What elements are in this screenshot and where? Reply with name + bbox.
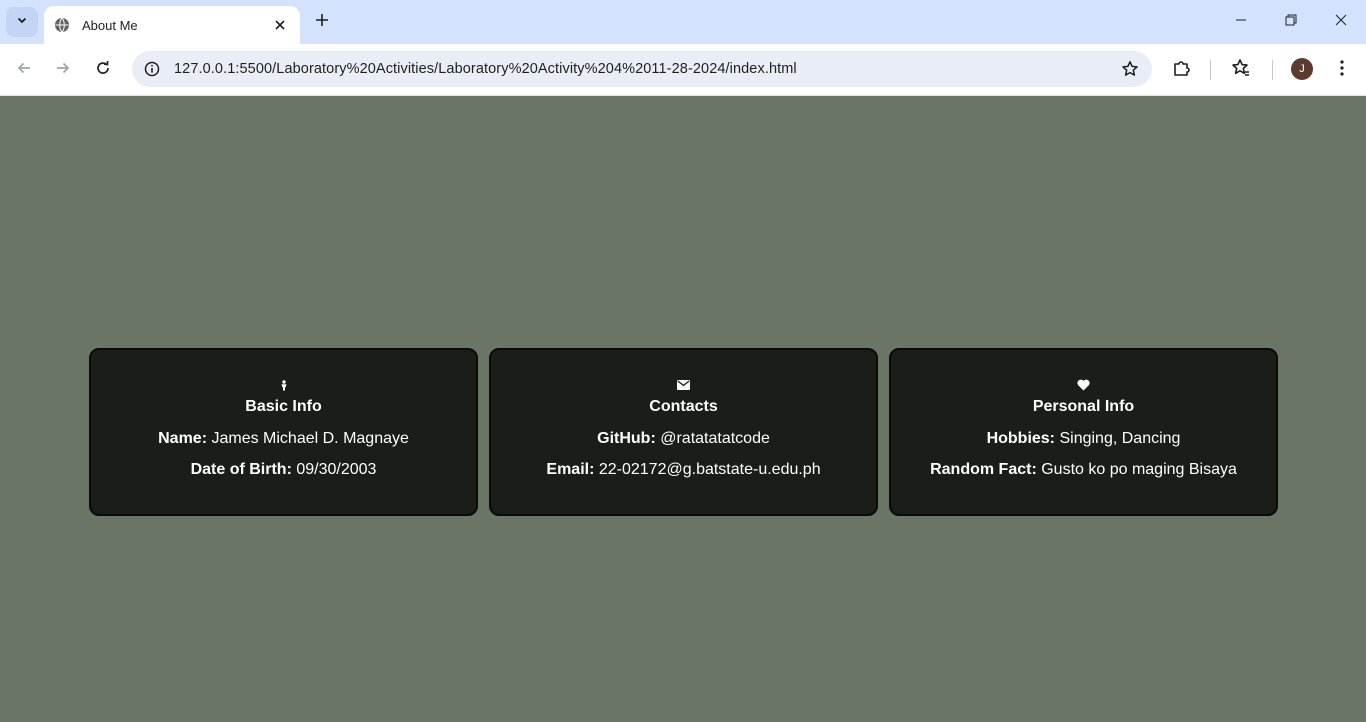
star-list-icon — [1231, 58, 1251, 83]
toolbar-divider — [1210, 60, 1211, 80]
toolbar-divider — [1272, 60, 1273, 80]
card-row-name: Name: James Michael D. Magnaye — [91, 430, 476, 448]
tab-search-button[interactable] — [6, 7, 38, 37]
plus-icon — [315, 13, 329, 32]
row-value: James Michael D. Magnaye — [211, 430, 409, 447]
bookmark-star-icon[interactable] — [1118, 57, 1142, 81]
card-contacts: Contacts GitHub: @ratatatatcode Email: 2… — [489, 348, 878, 516]
site-info-icon[interactable] — [142, 59, 162, 79]
close-window-button[interactable] — [1316, 0, 1366, 44]
restore-button[interactable] — [1266, 0, 1316, 44]
row-label: Date of Birth: — [190, 461, 292, 478]
row-value: Gusto ko po maging Bisaya — [1041, 461, 1237, 478]
bookmarks-button[interactable] — [1225, 54, 1257, 86]
card-row-hobbies: Hobbies: Singing, Dancing — [891, 430, 1276, 448]
card-row-birthdate: Date of Birth: 09/30/2003 — [91, 461, 476, 479]
tab-title: About Me — [82, 17, 138, 33]
row-value: 22-02172@g.batstate-u.edu.ph — [598, 461, 821, 478]
card-personal-info: Personal Info Hobbies: Singing, Dancing … — [889, 348, 1278, 516]
row-value: @ratatatatcode — [660, 430, 770, 447]
back-button[interactable] — [8, 54, 40, 86]
row-label: Random Fact: — [930, 461, 1037, 478]
card-title: Personal Info — [1032, 398, 1135, 415]
close-tab-icon[interactable] — [270, 15, 290, 35]
tab-strip: About Me — [0, 0, 1366, 44]
profile-avatar[interactable]: J — [1291, 58, 1313, 80]
address-bar[interactable]: 127.0.0.1:5500/Laboratory%20Activities/L… — [132, 51, 1152, 87]
page-content: Basic Info Name: James Michael D. Magnay… — [0, 96, 1366, 722]
minimize-button[interactable] — [1216, 0, 1266, 44]
arrow-right-icon — [55, 60, 71, 81]
card-row-github: GitHub: @ratatatatcode — [491, 430, 876, 448]
tab-about-me[interactable]: About Me — [44, 6, 300, 44]
card-title: Contacts — [649, 398, 718, 415]
envelope-icon — [491, 378, 876, 392]
reload-icon — [95, 60, 111, 81]
url-text[interactable]: 127.0.0.1:5500/Laboratory%20Activities/L… — [174, 61, 1118, 77]
more-vertical-icon — [1340, 59, 1344, 81]
arrow-left-icon — [16, 60, 32, 81]
minimize-icon — [1235, 13, 1247, 31]
row-value: Singing, Dancing — [1059, 430, 1181, 447]
puzzle-icon — [1172, 58, 1192, 83]
reload-button[interactable] — [87, 54, 119, 86]
heart-icon — [891, 378, 1276, 392]
row-label: Hobbies: — [986, 430, 1056, 447]
row-value: 09/30/2003 — [296, 461, 377, 478]
card-row-random-fact: Random Fact: Gusto ko po maging Bisaya — [891, 461, 1276, 479]
card-basic-info: Basic Info Name: James Michael D. Magnay… — [89, 348, 478, 516]
card-title: Basic Info — [245, 398, 322, 415]
globe-icon — [54, 17, 70, 33]
close-icon — [1335, 13, 1347, 31]
new-tab-button[interactable] — [308, 8, 336, 36]
browser-toolbar: 127.0.0.1:5500/Laboratory%20Activities/L… — [0, 44, 1366, 96]
extensions-button[interactable] — [1166, 54, 1198, 86]
row-label: Email: — [546, 461, 595, 478]
chevron-down-icon — [16, 13, 28, 31]
card-row-email: Email: 22-02172@g.batstate-u.edu.ph — [491, 461, 876, 479]
row-label: GitHub: — [597, 430, 656, 447]
restore-icon — [1285, 13, 1297, 31]
person-icon — [91, 378, 476, 392]
forward-button[interactable] — [47, 54, 79, 86]
menu-button[interactable] — [1326, 54, 1358, 86]
row-label: Name: — [158, 430, 208, 447]
